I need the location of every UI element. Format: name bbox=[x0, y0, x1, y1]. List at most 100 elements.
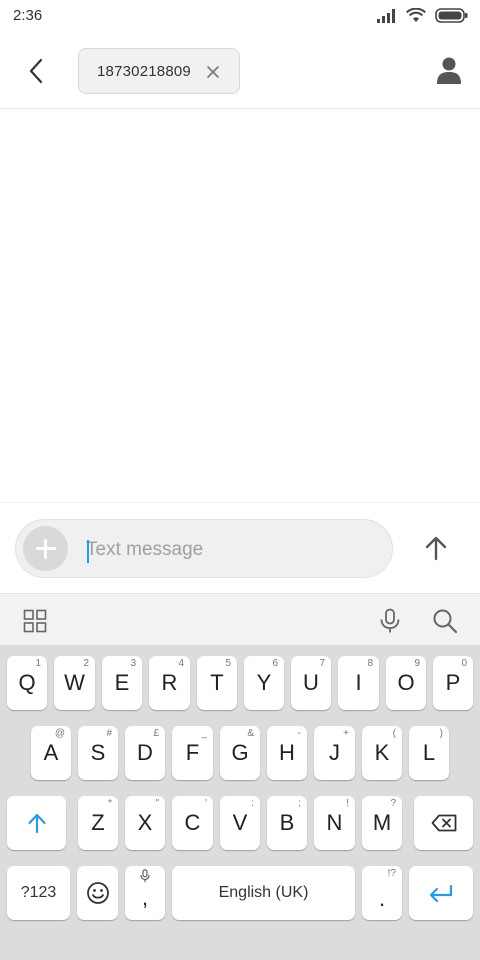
back-arrow-icon bbox=[29, 58, 43, 84]
key-label: F bbox=[185, 740, 200, 765]
recipient-chip[interactable]: 18730218809 bbox=[78, 48, 240, 94]
key-hint: 2 bbox=[83, 658, 89, 669]
key-k[interactable]: (K bbox=[362, 726, 402, 780]
signal-icon bbox=[377, 8, 395, 23]
key-hint: 9 bbox=[414, 658, 420, 669]
key-u[interactable]: 7U bbox=[291, 656, 331, 710]
send-button[interactable] bbox=[422, 534, 450, 562]
key-label: D bbox=[137, 740, 153, 765]
key-w[interactable]: 2W bbox=[54, 656, 95, 710]
key-l[interactable]: ) L bbox=[409, 726, 449, 780]
key-x[interactable]: " X bbox=[125, 796, 165, 850]
key-hint: + bbox=[343, 728, 349, 739]
space-label: English (UK) bbox=[218, 884, 309, 901]
search-icon[interactable] bbox=[432, 608, 458, 634]
key-q[interactable]: 1Q bbox=[7, 656, 47, 710]
key-d[interactable]: £ D bbox=[125, 726, 165, 780]
send-arrow-icon bbox=[425, 536, 447, 561]
backspace-key[interactable] bbox=[414, 796, 473, 850]
key-s[interactable]: # S bbox=[78, 726, 118, 780]
key-h[interactable]: -H bbox=[267, 726, 307, 780]
key-label: U bbox=[303, 670, 319, 695]
key-label: O bbox=[397, 670, 415, 695]
key-hint: ( bbox=[392, 728, 396, 739]
key-hint: £ bbox=[153, 728, 159, 739]
key-c[interactable]: ' C bbox=[172, 796, 213, 850]
key-hint: !? bbox=[387, 868, 396, 879]
key-b[interactable]: ; B bbox=[267, 796, 307, 850]
compose-field bbox=[15, 519, 393, 578]
comma-key[interactable]: , bbox=[125, 866, 165, 920]
key-label: L bbox=[422, 740, 436, 765]
close-icon[interactable] bbox=[205, 64, 221, 80]
key-label: M bbox=[372, 810, 392, 835]
key-label: R bbox=[161, 670, 178, 695]
back-button[interactable] bbox=[22, 56, 50, 86]
key-label: T bbox=[210, 670, 224, 695]
key-label: J bbox=[329, 740, 340, 765]
message-input[interactable] bbox=[86, 537, 376, 563]
key-j[interactable]: + J bbox=[314, 726, 355, 780]
status-time: 2:36 bbox=[13, 7, 43, 24]
key-label: H bbox=[279, 740, 295, 765]
keyboard: 1Q 2W 3E 4R 5T 6Y 7U 8I 9O 0P @ A # S £ D _… bbox=[0, 645, 480, 960]
key-m[interactable]: ? M bbox=[362, 796, 402, 850]
key-label: P bbox=[445, 670, 461, 695]
symbols-key[interactable]: ?123 bbox=[7, 866, 70, 920]
enter-key[interactable] bbox=[409, 866, 473, 920]
key-p[interactable]: 0P bbox=[433, 656, 473, 710]
grid-icon[interactable] bbox=[23, 609, 47, 633]
key-label: E bbox=[114, 670, 130, 695]
key-label: Y bbox=[256, 670, 272, 695]
key-hint: 0 bbox=[461, 658, 467, 669]
status-bar: 2:36 bbox=[0, 0, 480, 32]
key-hint: 4 bbox=[178, 658, 184, 669]
keyboard-toolbar bbox=[0, 593, 480, 645]
key-hint: : bbox=[251, 798, 254, 809]
key-label: A bbox=[43, 740, 59, 765]
key-label: W bbox=[64, 670, 85, 695]
key-label: I bbox=[355, 670, 362, 695]
key-label: N bbox=[326, 810, 343, 835]
key-g[interactable]: & G bbox=[220, 726, 260, 780]
key-hint: 8 bbox=[367, 658, 373, 669]
key-hint: ) bbox=[439, 728, 443, 739]
space-key[interactable]: English (UK) bbox=[172, 866, 355, 920]
period-key[interactable]: !?. bbox=[362, 866, 402, 920]
microphone-icon[interactable] bbox=[378, 608, 402, 634]
key-a[interactable]: @ A bbox=[31, 726, 71, 780]
contact-button[interactable] bbox=[436, 56, 462, 86]
key-label: V bbox=[232, 810, 248, 835]
shift-key[interactable] bbox=[7, 796, 66, 850]
key-v[interactable]: :V bbox=[220, 796, 260, 850]
key-label: ?123 bbox=[20, 884, 57, 901]
wifi-icon bbox=[406, 8, 426, 22]
key-i[interactable]: 8I bbox=[338, 656, 379, 710]
key-hint: - bbox=[297, 728, 301, 739]
key-hint: " bbox=[155, 798, 159, 809]
key-e[interactable]: 3E bbox=[102, 656, 142, 710]
key-o[interactable]: 9O bbox=[386, 656, 426, 710]
contact-person-icon bbox=[437, 57, 461, 84]
message-list[interactable] bbox=[0, 109, 480, 502]
key-r[interactable]: 4R bbox=[149, 656, 190, 710]
emoji-key[interactable] bbox=[77, 866, 118, 920]
key-hint: @ bbox=[54, 728, 65, 739]
key-hint: ' bbox=[205, 798, 207, 809]
key-label: B bbox=[279, 810, 295, 835]
attach-button[interactable] bbox=[23, 526, 68, 571]
key-hint: ? bbox=[390, 798, 396, 809]
text-caret bbox=[87, 540, 89, 563]
recipient-number: 18730218809 bbox=[97, 62, 191, 80]
key-y[interactable]: 6Y bbox=[244, 656, 284, 710]
key-hint: 3 bbox=[130, 658, 136, 669]
key-t[interactable]: 5T bbox=[197, 656, 237, 710]
key-z[interactable]: * Z bbox=[78, 796, 118, 850]
key-hint: * bbox=[108, 798, 112, 809]
key-n[interactable]: ! N bbox=[314, 796, 355, 850]
key-label: G bbox=[231, 740, 249, 765]
key-f[interactable]: _ F bbox=[172, 726, 213, 780]
status-icons bbox=[377, 8, 468, 23]
key-label: X bbox=[137, 810, 153, 835]
shift-arrow-icon bbox=[27, 813, 46, 834]
